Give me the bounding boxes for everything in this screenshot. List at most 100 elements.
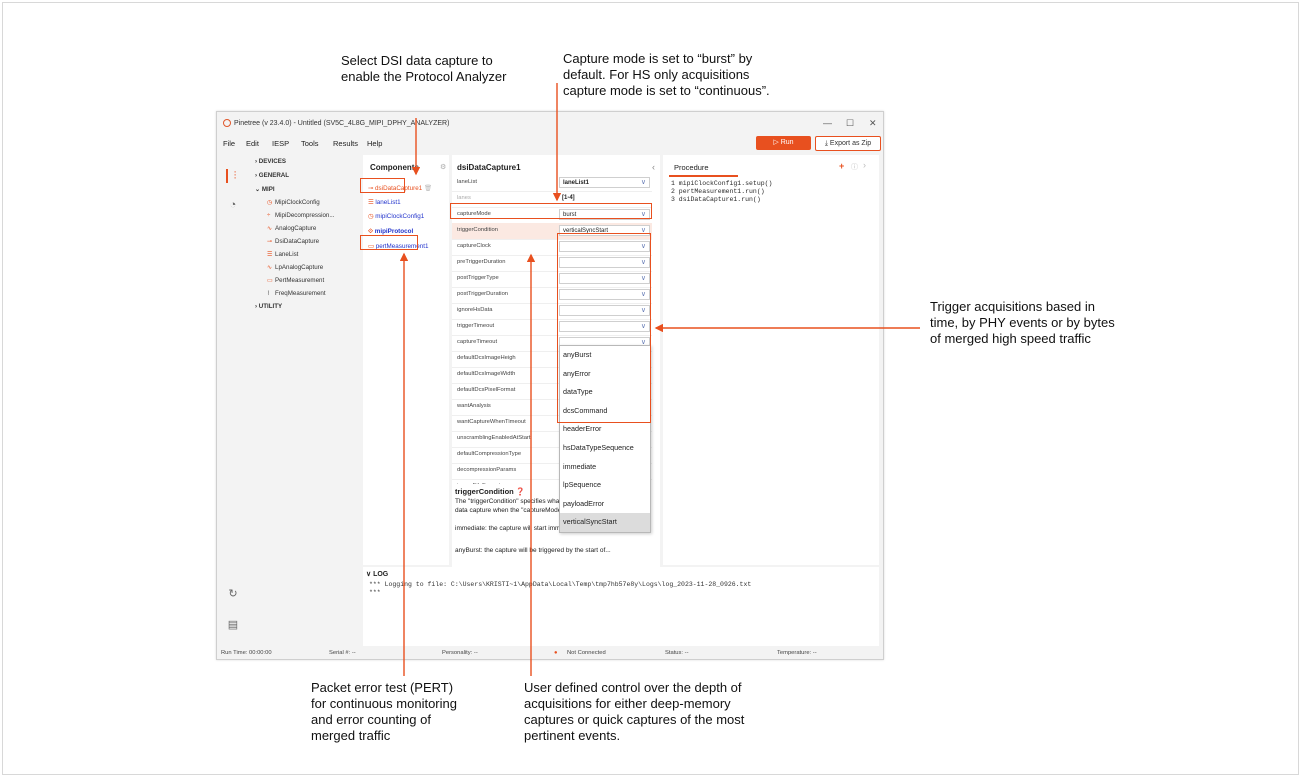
- dropdown-option-headererror[interactable]: headerError: [560, 420, 650, 439]
- app-window: Pinetree (v 23.4.0) - Untitled (SV5C_4L8…: [216, 111, 884, 660]
- callout-trigger-line: of merged high speed traffic: [930, 331, 1091, 346]
- tree-item-mipiclockconfig[interactable]: ◷ MipiClockConfig: [267, 199, 320, 206]
- menu-file[interactable]: File: [223, 139, 235, 148]
- temperature: Temperature: --: [777, 650, 817, 656]
- menu-tools[interactable]: Tools: [301, 139, 319, 148]
- callout-dsi-line: enable the Protocol Analyzer: [341, 69, 507, 84]
- property-name: triggerTimeout: [457, 323, 495, 329]
- add-icon[interactable]: +: [839, 161, 844, 171]
- chevron-down-icon: ∨: [640, 179, 646, 186]
- component-mipiclockconfig1[interactable]: ◷ mipiClockConfig1: [368, 213, 424, 220]
- capture-icon: ⊸: [267, 239, 273, 245]
- dropdown-option-verticalsyncstart[interactable]: verticalSyncStart: [560, 513, 650, 532]
- tree-item-pertmeasurement[interactable]: ▭ PertMeasurement: [267, 277, 324, 284]
- tree-general[interactable]: › GENERAL: [255, 172, 289, 179]
- callout-pert-line: Packet error test (PERT): [311, 680, 454, 695]
- code-line[interactable]: 3 dsiDataCapture1.run(): [671, 196, 761, 203]
- menu-help[interactable]: Help: [367, 139, 382, 148]
- menu-edit[interactable]: Edit: [246, 139, 259, 148]
- window-title: Pinetree (v 23.4.0) - Untitled (SV5C_4L8…: [234, 120, 450, 127]
- tab-procedure[interactable]: Procedure: [669, 161, 738, 177]
- title-bar: Pinetree (v 23.4.0) - Untitled (SV5C_4L8…: [217, 112, 883, 134]
- highlight-trigger-dropdown: [557, 233, 651, 423]
- tree-item-label: MipiDecompression...: [275, 212, 335, 219]
- component-lanelist1[interactable]: ☰ laneList1: [368, 199, 401, 206]
- chevron-left-icon[interactable]: ‹: [652, 162, 655, 172]
- tree-item-freqmeasurement[interactable]: ⌇ FreqMeasurement: [267, 290, 326, 297]
- personality: Personality: --: [442, 650, 478, 656]
- dropdown-option-immediate[interactable]: immediate: [560, 458, 650, 477]
- property-name: wantAnalysis: [457, 403, 491, 409]
- property-value-text: laneList1: [563, 180, 590, 186]
- info-icon[interactable]: ⓘ: [851, 162, 858, 172]
- components-panel: Components ⚙ ⊸ dsiDataCapture1 🗑 ☰ laneL…: [363, 155, 449, 565]
- chevron-right-icon[interactable]: ›: [863, 160, 866, 170]
- tree-item-dsidatacapture[interactable]: ⊸ DsiDataCapture: [267, 238, 319, 245]
- code-line[interactable]: 1 mipiClockConfig1.setup(): [671, 180, 772, 187]
- property-name: defaultDcsImageWidth: [457, 371, 516, 377]
- tree-general-label: GENERAL: [258, 172, 290, 179]
- sliders-icon[interactable]: ⫶: [226, 169, 242, 183]
- tree-item-label: LaneList: [275, 251, 299, 258]
- tree-mipi[interactable]: ⌄ MIPI: [255, 186, 275, 193]
- property-name: laneList: [457, 179, 477, 185]
- run-button[interactable]: ▷ Run: [756, 136, 811, 150]
- properties-title: dsiDataCapture1: [457, 163, 521, 172]
- help-title: triggerCondition ❓: [455, 487, 526, 496]
- property-name: defaultDcsImageHeigh: [457, 355, 516, 361]
- frequency-icon: ⌇: [267, 291, 270, 297]
- callout-depth-line: acquisitions for either deep-memory: [524, 696, 731, 711]
- close-icon[interactable]: ✕: [869, 118, 877, 129]
- callout-depth-line: captures or quick captures of the most: [524, 712, 745, 727]
- tree-utility-label: UTILITY: [258, 303, 283, 310]
- component-label: mipiClockConfig1: [375, 213, 425, 220]
- log-header[interactable]: ∨ LOG: [366, 570, 388, 578]
- trash-icon[interactable]: 🗑: [424, 185, 432, 192]
- maximize-icon[interactable]: ☐: [846, 118, 854, 129]
- tree-devices[interactable]: › DEVICES: [255, 158, 286, 165]
- list-icon: ☰: [368, 199, 374, 206]
- tree-item-mipidecompression[interactable]: ÷ MipiDecompression...: [267, 212, 335, 219]
- tree-item-lpanalogcapture[interactable]: ∿ LpAnalogCapture: [267, 264, 323, 271]
- property-name: postTriggerType: [457, 275, 499, 281]
- property-name: ignoreHsData: [457, 307, 493, 313]
- settings-gear-icon[interactable]: ⚙: [440, 163, 446, 171]
- refresh-icon[interactable]: ↻: [226, 587, 240, 601]
- dropdown-option-hsdatatypesequence[interactable]: hsDataTypeSequence: [560, 439, 650, 458]
- property-name: postTriggerDuration: [457, 291, 509, 297]
- export-zip-button[interactable]: ⤓ Export as Zip: [815, 136, 881, 151]
- callout-pert-line: for continuous monitoring: [311, 696, 457, 711]
- property-name: defaultDcsPixelFormat: [457, 387, 516, 393]
- tree-item-label: MipiClockConfig: [275, 199, 320, 206]
- callout-pert: Packet error test (PERT) for continuous …: [311, 680, 457, 744]
- property-name: triggerCondition: [457, 227, 498, 233]
- activity-rail: ⫶ ◔ ↻ ▤: [217, 155, 250, 646]
- waveform-icon: ∿: [267, 265, 273, 271]
- property-row-lanelist[interactable]: laneList laneList1 ∨: [452, 175, 652, 192]
- menu-results[interactable]: Results: [333, 139, 358, 148]
- callout-mode-line: default. For HS only acquisitions: [563, 67, 750, 82]
- dropdown-option-lpsequence[interactable]: lpSequence: [560, 476, 650, 495]
- property-value[interactable]: laneList1 ∨: [559, 177, 650, 188]
- dropdown-option-payloaderror[interactable]: payloadError: [560, 495, 650, 514]
- run-time: Run Time: 00:00:00: [221, 650, 272, 656]
- tree-item-analogcapture[interactable]: ∿ AnalogCapture: [267, 225, 316, 232]
- tree-utility[interactable]: › UTILITY: [255, 303, 282, 310]
- highlight-capturemode: [450, 203, 652, 219]
- callout-pert-line: and error counting of: [311, 712, 431, 727]
- document-icon[interactable]: ▤: [226, 618, 240, 632]
- log-panel: ∨ LOG *** Logging to file: C:\Users\KRIS…: [363, 567, 879, 646]
- pie-chart-icon[interactable]: ◔: [226, 198, 240, 212]
- callout-depth-line: pertinent events.: [524, 728, 621, 743]
- callout-depth: User defined control over the depth of a…: [524, 680, 744, 744]
- property-name: decompressionParams: [457, 467, 517, 473]
- code-line[interactable]: 2 pertMeasurement1.run(): [671, 188, 765, 195]
- serial-number: Serial #: --: [329, 650, 356, 656]
- menu-iesp[interactable]: IESP: [272, 139, 289, 148]
- callout-trigger-line: time, by PHY events or by bytes: [930, 315, 1115, 330]
- property-name: wantCaptureWhenTimeout: [457, 419, 526, 425]
- minimize-icon[interactable]: —: [823, 118, 832, 128]
- tree-item-lanelist[interactable]: ☰ LaneList: [267, 251, 298, 258]
- components-title: Components: [370, 163, 419, 172]
- property-value-text: [1-4]: [562, 195, 575, 201]
